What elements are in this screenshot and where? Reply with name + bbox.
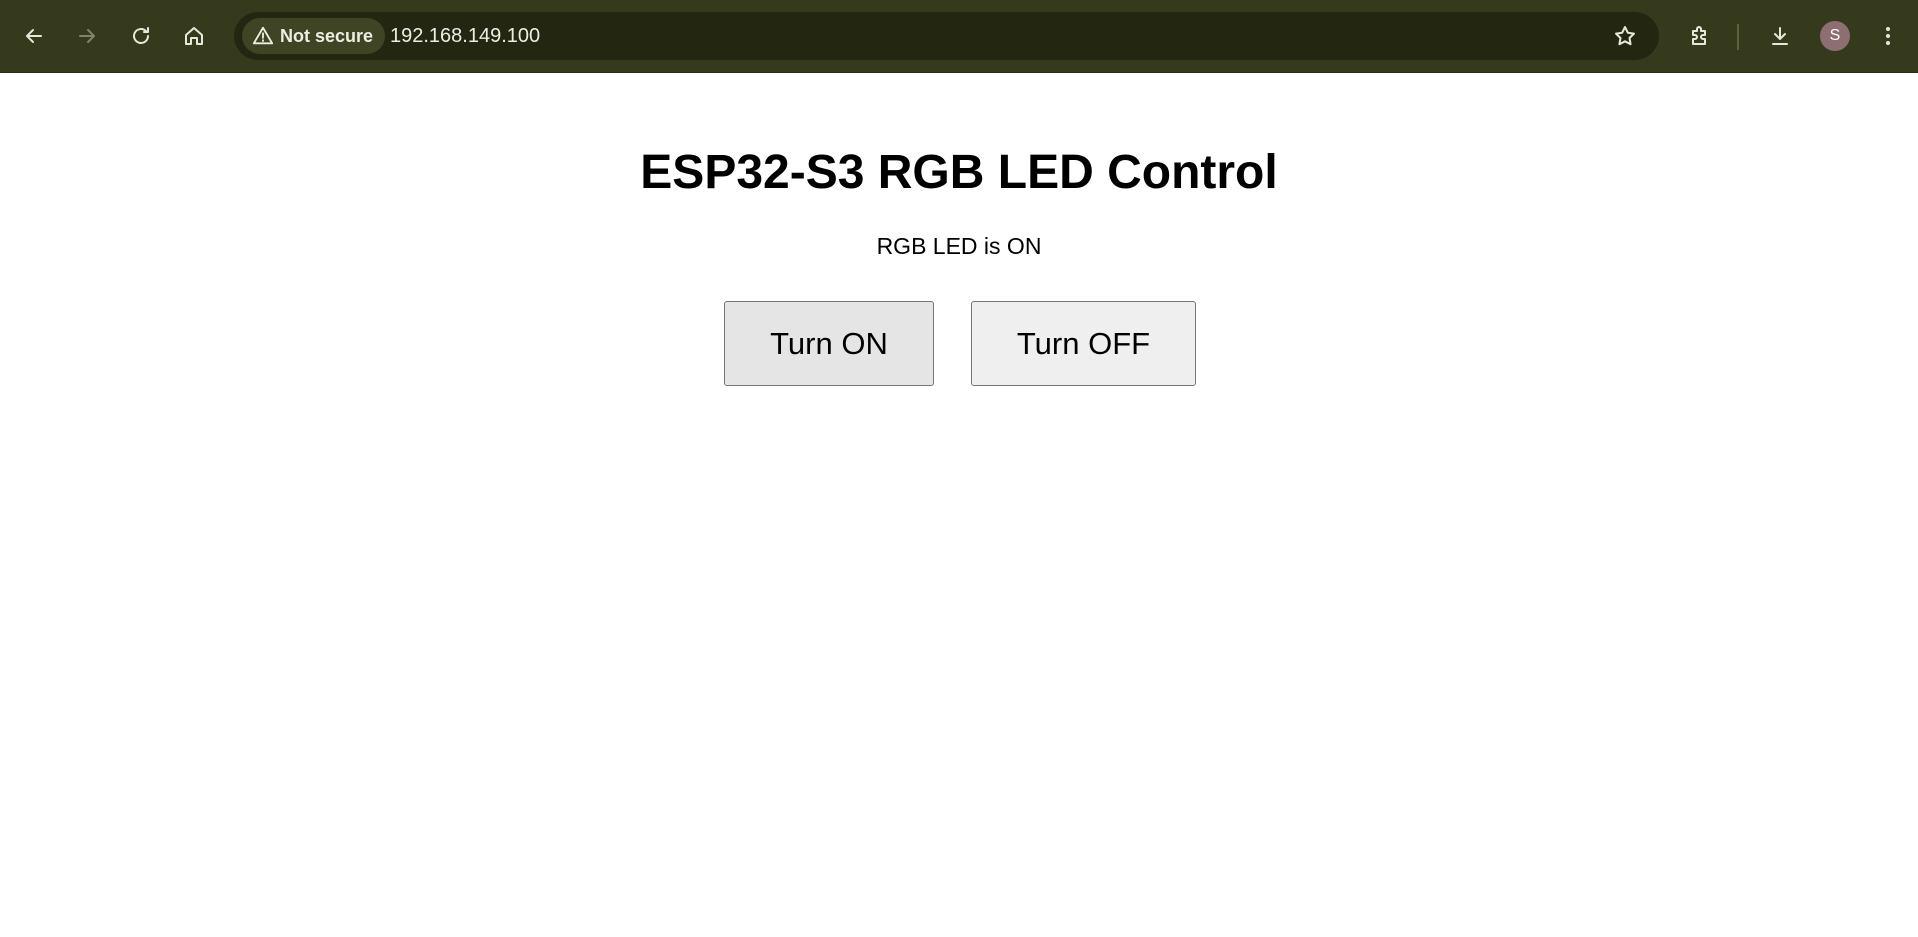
menu-button[interactable] bbox=[1868, 16, 1908, 56]
warning-triangle-icon bbox=[252, 26, 274, 45]
toolbar-divider bbox=[1737, 24, 1739, 50]
turn-off-button[interactable]: Turn OFF bbox=[971, 301, 1196, 386]
url-text[interactable]: 192.168.149.100 bbox=[390, 12, 540, 60]
security-label: Not secure bbox=[280, 25, 374, 46]
profile-avatar[interactable]: S bbox=[1820, 21, 1850, 51]
home-icon bbox=[185, 27, 203, 45]
forward-arrow-icon bbox=[79, 29, 95, 43]
site-security-chip[interactable]: Not secure bbox=[242, 18, 386, 54]
led-status-text: RGB LED is ON bbox=[876, 233, 1042, 259]
reload-button[interactable] bbox=[121, 16, 161, 56]
puzzle-icon bbox=[1692, 26, 1706, 45]
turn-on-button[interactable]: Turn ON bbox=[724, 301, 934, 386]
page-title: ESP32-S3 RGB LED Control bbox=[640, 146, 1278, 199]
kebab-menu-icon bbox=[1886, 27, 1890, 45]
home-button[interactable] bbox=[174, 16, 214, 56]
bookmark-button[interactable] bbox=[1609, 20, 1641, 52]
browser-toolbar: Not secure 192.168.149.100 S bbox=[0, 0, 1918, 73]
page-content: ESP32-S3 RGB LED Control RGB LED is ON T… bbox=[0, 73, 1918, 937]
extensions-button[interactable] bbox=[1680, 16, 1720, 56]
back-button[interactable] bbox=[14, 16, 54, 56]
download-icon bbox=[1772, 27, 1788, 45]
downloads-button[interactable] bbox=[1760, 16, 1800, 56]
forward-button[interactable] bbox=[67, 16, 107, 56]
reload-icon bbox=[133, 27, 149, 44]
address-bar[interactable]: Not secure 192.168.149.100 bbox=[234, 12, 1659, 60]
star-icon bbox=[1615, 26, 1635, 46]
back-arrow-icon bbox=[26, 29, 42, 43]
